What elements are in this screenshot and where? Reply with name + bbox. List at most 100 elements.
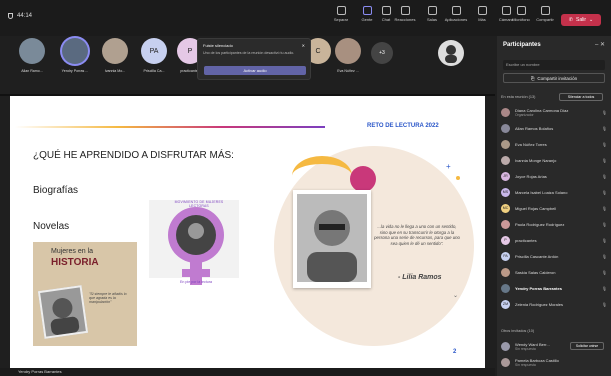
participant-status: Sin respuesta bbox=[515, 362, 536, 367]
tile-name: Ivannia Mo... bbox=[104, 69, 126, 73]
avatar bbox=[501, 219, 510, 229]
more-button[interactable]: Más bbox=[472, 6, 492, 22]
participant-row[interactable]: PA Priscilla Cascante Ardón 🎙 bbox=[501, 249, 607, 263]
mic-off-icon: 🎙 bbox=[601, 125, 607, 131]
mic-button[interactable]: Micrófono bbox=[511, 6, 531, 22]
apps-icon bbox=[451, 6, 461, 15]
avatar bbox=[335, 38, 361, 64]
participant-row[interactable]: Eva Núñez Torres 🎙 bbox=[501, 137, 607, 151]
apps-button[interactable]: Aplicaciones bbox=[445, 6, 467, 22]
mic-off-icon: 🎙 bbox=[601, 301, 607, 307]
tile-name: Eva Núñez ... bbox=[337, 69, 359, 73]
separate-button[interactable]: Separar bbox=[331, 6, 351, 22]
avatar: PA bbox=[501, 251, 510, 261]
presenter-name-bar: Yendry Porras Barrantes bbox=[0, 368, 495, 376]
participant-row[interactable]: Ivannia Monge Naranjo 🎙 bbox=[501, 153, 607, 167]
avatar bbox=[438, 40, 464, 66]
mute-all-button[interactable]: Silenciar a todos bbox=[559, 93, 603, 101]
participant-row[interactable]: Ppracticantes 🎙 bbox=[501, 233, 607, 247]
logo-text: MOVIMIENTO DE MUJERES LECTORAS bbox=[174, 200, 224, 208]
participant-row[interactable]: Paola Rodríguez Rodríguez 🎙 bbox=[501, 217, 607, 231]
participant-name: Priscilla Cascante Ardón bbox=[515, 253, 559, 259]
participant-row[interactable]: ZM Zelenia Rodríguez Morales 🎙 bbox=[501, 297, 607, 311]
avatar: ZM bbox=[501, 299, 510, 309]
avatar: JR bbox=[501, 171, 510, 181]
participant-name: Allan Ramos Bolaños bbox=[515, 125, 554, 131]
red-dot bbox=[350, 166, 376, 192]
participant-name: Joyce Rojas Arias bbox=[515, 173, 547, 179]
video-tile[interactable]: Eva Núñez ... bbox=[330, 38, 366, 73]
quote-author: - Lilia Ramos bbox=[398, 274, 442, 281]
participant-row[interactable]: MC Miguel Rojas Campbell 🎙 bbox=[501, 201, 607, 215]
participant-name: Yendry Porras Barrantes bbox=[515, 285, 562, 291]
blue-plus: + bbox=[446, 162, 451, 171]
avatar: MC bbox=[501, 203, 510, 213]
slide-header: RETO DE LECTURA 2022 bbox=[367, 123, 439, 129]
invited-row[interactable]: Pamela Barboza Castillo Sin respuesta bbox=[501, 355, 607, 369]
people-button[interactable]: Gente bbox=[357, 6, 377, 22]
participant-row[interactable]: Allan Ramos Bolaños 🎙 bbox=[501, 121, 607, 135]
section-in-meeting[interactable]: En esta reunión (13) bbox=[501, 95, 535, 99]
tile-name: Allan Ramo... bbox=[21, 69, 43, 73]
share-icon: ⎘ bbox=[530, 75, 535, 81]
close-icon[interactable]: ✕ bbox=[302, 43, 305, 48]
share-button[interactable]: Compartir bbox=[535, 6, 555, 22]
avatar bbox=[501, 139, 510, 149]
chat-button[interactable]: Chat bbox=[376, 6, 396, 22]
mic-off-icon: 🎙 bbox=[601, 237, 607, 243]
avatar bbox=[501, 267, 510, 277]
participant-role: Organizador bbox=[515, 112, 534, 117]
more-icon bbox=[477, 6, 487, 15]
avatar bbox=[102, 38, 128, 64]
participant-row[interactable]: Yendry Porras Barrantes 🎙 bbox=[501, 281, 607, 295]
participant-row[interactable]: JR Joyce Rojas Arias 🎙 bbox=[501, 169, 607, 183]
slide-item-novelas: Novelas bbox=[33, 221, 70, 232]
tile-name: Yendry Porras ... bbox=[61, 69, 89, 73]
quote-text: ...la vida no le llega a uno con un sent… bbox=[374, 224, 460, 246]
participant-row[interactable]: Diana Carolina Carmona Díaz Organizador 🎙 bbox=[501, 105, 607, 119]
rooms-button[interactable]: Salas bbox=[422, 6, 442, 22]
participants-panel: Participantes – ✕ Escribe un nombre ⎘ Co… bbox=[497, 36, 611, 376]
participant-row[interactable]: Saskia Salas Calderon 🎙 bbox=[501, 265, 607, 279]
minimize-icon[interactable]: – bbox=[595, 42, 598, 48]
participant-name: practicantes bbox=[515, 237, 537, 243]
tile-name: Priscilla Ca... bbox=[143, 69, 165, 73]
share-icon bbox=[540, 6, 550, 15]
chevron-down-icon[interactable]: ⌄ bbox=[589, 17, 593, 23]
unmute-button[interactable]: Activar audio bbox=[204, 66, 306, 75]
close-icon[interactable]: ✕ bbox=[600, 42, 605, 48]
video-tile[interactable]: PA Priscilla Ca... bbox=[136, 38, 172, 73]
reactions-button[interactable]: Reacciones bbox=[395, 6, 415, 22]
logo-sub: En pie por la lectura bbox=[180, 280, 212, 284]
participant-name: Eva Núñez Torres bbox=[515, 141, 547, 147]
more-participants[interactable]: +3 bbox=[364, 40, 400, 64]
participant-row[interactable]: MS Marcela Isabel Loaiza Solano 🎙 bbox=[501, 185, 607, 199]
shield-icon bbox=[8, 13, 13, 19]
share-invite-button[interactable]: ⎘ Compartir invitación bbox=[503, 73, 605, 83]
book-cover: Mujeres en la HISTORIA "Si siempre le añ… bbox=[33, 242, 137, 346]
participant-search-input[interactable]: Escribe un nombre bbox=[503, 60, 605, 70]
mic-off-icon: 🎙 bbox=[601, 141, 607, 147]
self-video-tile bbox=[433, 40, 469, 66]
video-tile[interactable]: Yendry Porras ... bbox=[57, 38, 93, 73]
mic-off-icon: 🎙 bbox=[601, 221, 607, 227]
participant-name: Miguel Rojas Campbell bbox=[515, 205, 557, 211]
mic-off-icon: 🎙 bbox=[601, 269, 607, 275]
video-tile[interactable]: Ivannia Mo... bbox=[97, 38, 133, 73]
panel-controls[interactable]: – ✕ bbox=[595, 41, 605, 48]
avatar bbox=[501, 155, 510, 165]
avatar bbox=[501, 107, 510, 117]
video-tile[interactable]: Allan Ramo... bbox=[14, 38, 50, 73]
leave-button[interactable]: ✆ Salir ⌄ bbox=[561, 14, 601, 26]
avatar: P bbox=[501, 235, 510, 245]
avatar bbox=[501, 357, 510, 367]
camera-icon bbox=[501, 6, 511, 15]
meeting-toolbar: 44:14 Separar Gente Chat Reacciones Salas Apl… bbox=[0, 0, 611, 36]
slide-rule bbox=[15, 126, 325, 128]
section-invited[interactable]: Otros invitados (10) bbox=[501, 329, 534, 333]
shared-slide: RETO DE LECTURA 2022 ¿QUÉ HE APRENDIDO A… bbox=[10, 96, 485, 368]
mic-off-icon: 🎙 bbox=[601, 109, 607, 115]
book-photo bbox=[37, 285, 89, 339]
request-join-button[interactable]: Solicitar unirse bbox=[570, 342, 604, 350]
orange-dot bbox=[456, 176, 460, 180]
